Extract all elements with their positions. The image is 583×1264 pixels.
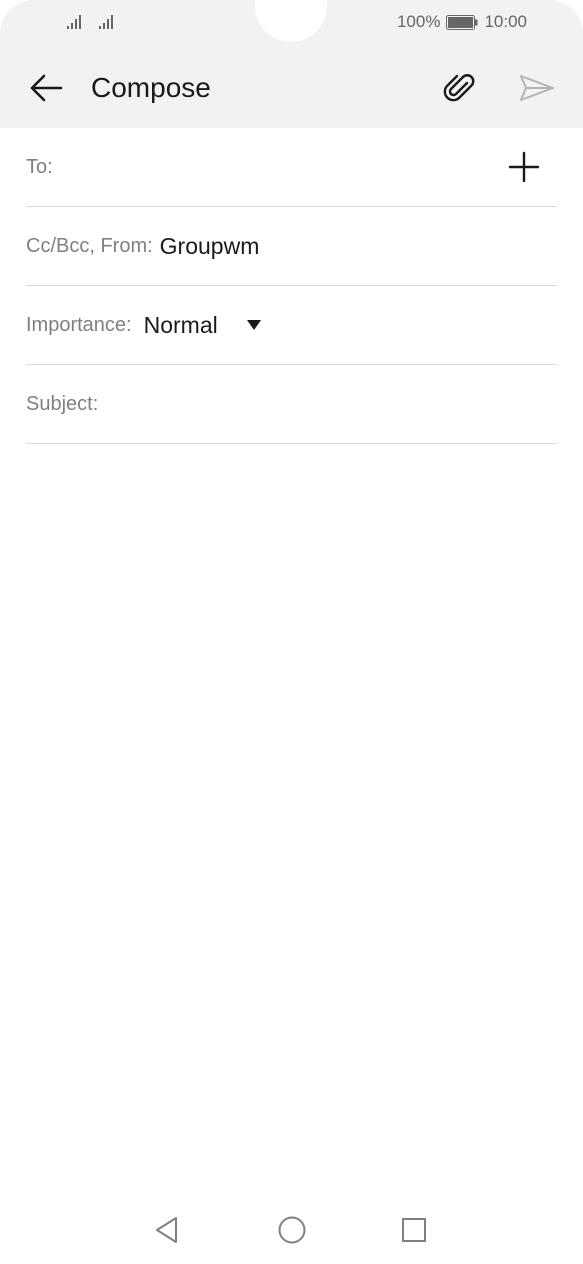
cc-bcc-from-label: Cc/Bcc, From: (26, 234, 153, 257)
triangle-back-icon (156, 1217, 177, 1243)
from-value: Groupwm (159, 232, 260, 259)
add-recipient-button[interactable] (507, 150, 541, 184)
app-bar: Compose (0, 64, 583, 112)
plus-icon (508, 151, 540, 183)
battery-percent: 100% (396, 12, 441, 31)
signal-strength-icon (99, 15, 113, 29)
send-button[interactable] (517, 68, 557, 108)
to-label: To: (26, 155, 53, 178)
subject-label: Subject: (26, 392, 99, 415)
circle-home-icon (278, 1216, 306, 1244)
signal-indicators (66, 12, 116, 30)
camera-notch (255, 0, 327, 42)
nav-back-button[interactable] (147, 1212, 187, 1248)
subject-input[interactable] (98, 365, 557, 443)
to-input[interactable] (53, 128, 557, 206)
to-field: To: (26, 128, 557, 207)
importance-label: Importance: (26, 313, 132, 336)
system-nav-bar (0, 1200, 583, 1260)
paperclip-icon (443, 74, 475, 102)
send-icon (520, 75, 554, 101)
nav-recents-button[interactable] (394, 1212, 434, 1248)
signal-strength-icon (67, 15, 81, 29)
importance-value[interactable]: Normal (144, 312, 218, 339)
cc-bcc-from-field[interactable]: Cc/Bcc, From: Groupwm (26, 207, 557, 286)
back-button[interactable] (26, 68, 66, 108)
attach-button[interactable] (440, 68, 480, 108)
header: 100% 10:00 Compose (0, 0, 583, 128)
square-recents-icon (402, 1218, 426, 1242)
clock: 10:00 (484, 12, 527, 31)
page-title: Compose (91, 72, 211, 103)
status-right: 100% 10:00 (397, 12, 527, 32)
battery-icon (446, 14, 478, 30)
arrow-left-icon (30, 74, 63, 102)
dropdown-arrow-icon[interactable] (246, 319, 262, 331)
importance-field: Importance: Normal (26, 286, 557, 365)
subject-field: Subject: (26, 365, 557, 444)
nav-home-button[interactable] (272, 1212, 312, 1248)
